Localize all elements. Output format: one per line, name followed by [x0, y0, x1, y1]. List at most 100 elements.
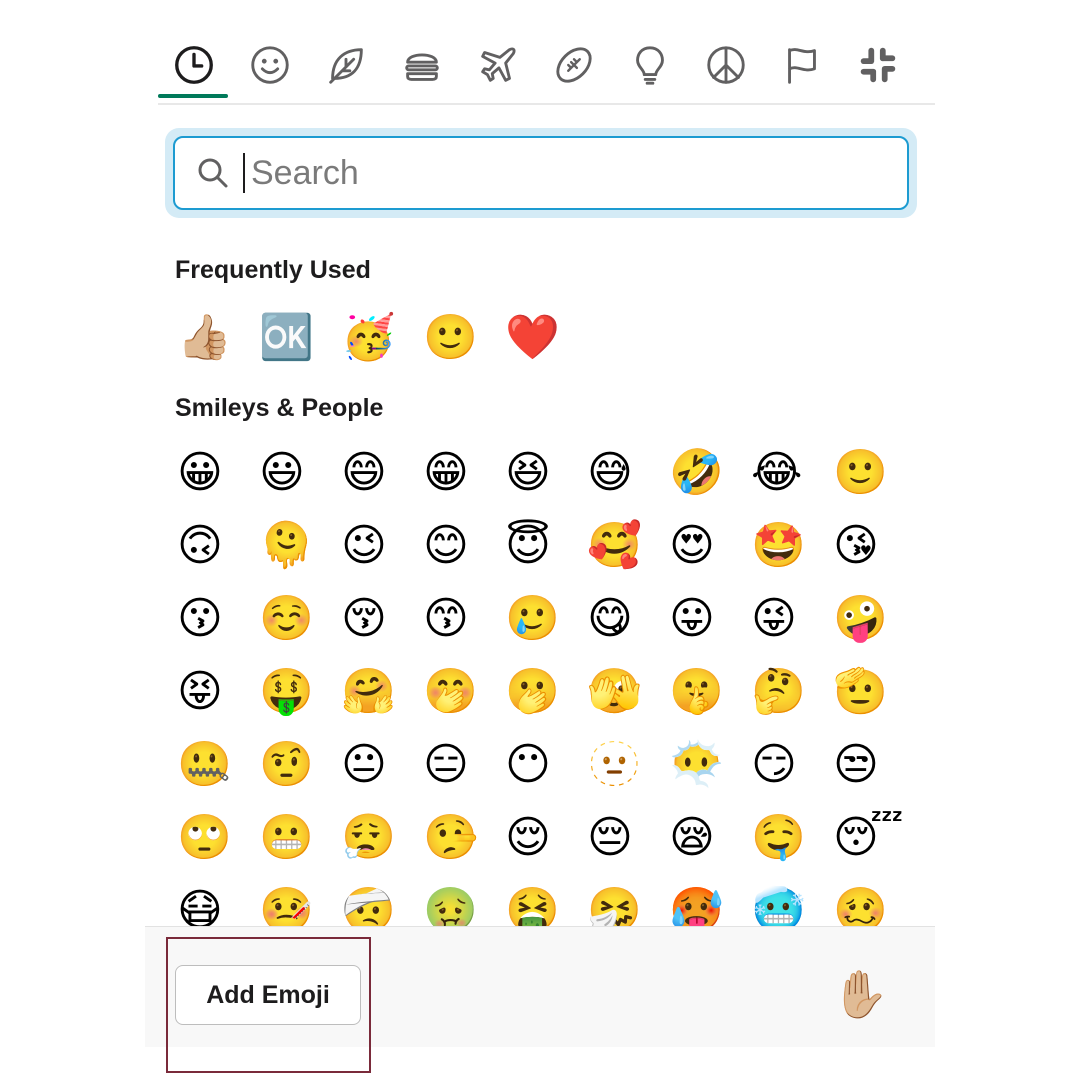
- emoji-item[interactable]: 🤑: [257, 655, 339, 728]
- emoji-item[interactable]: 😮‍💨: [339, 801, 421, 874]
- emoji-item[interactable]: 🤒: [257, 874, 339, 926]
- emoji-glyph: 😄: [341, 446, 387, 498]
- emoji-item[interactable]: 🤕: [339, 874, 421, 926]
- emoji-glyph: 🤕: [341, 884, 396, 926]
- emoji-item[interactable]: 🙂: [421, 308, 503, 368]
- emoji-item[interactable]: 😙: [421, 582, 503, 655]
- emoji-item[interactable]: 🤭: [421, 655, 503, 728]
- tab-activities[interactable]: [538, 34, 610, 96]
- tab-flags[interactable]: [766, 34, 838, 96]
- emoji-item[interactable]: 😝: [175, 655, 257, 728]
- emoji-item[interactable]: 😛: [667, 582, 749, 655]
- emoji-item[interactable]: 👍🏼: [175, 308, 257, 368]
- tab-travel[interactable]: [462, 34, 534, 96]
- tab-custom[interactable]: [842, 34, 914, 96]
- emoji-item[interactable]: 😆: [503, 436, 585, 509]
- tab-food[interactable]: [386, 34, 458, 96]
- emoji-item[interactable]: 😜: [749, 582, 831, 655]
- emoji-item[interactable]: 🥰: [585, 509, 667, 582]
- emoji-glyph: 😌: [505, 811, 551, 863]
- emoji-item[interactable]: 🤧: [585, 874, 667, 926]
- emoji-item[interactable]: 😀: [175, 436, 257, 509]
- emoji-item[interactable]: 😉: [339, 509, 421, 582]
- emoji-item[interactable]: 🫥: [585, 728, 667, 801]
- emoji-item[interactable]: 🤪: [831, 582, 913, 655]
- emoji-item[interactable]: 🆗: [257, 308, 339, 368]
- emoji-item[interactable]: 🤣: [667, 436, 749, 509]
- emoji-glyph: 🫠: [259, 519, 314, 571]
- emoji-item[interactable]: 😅: [585, 436, 667, 509]
- emoji-item[interactable]: 🫣: [585, 655, 667, 728]
- emoji-item[interactable]: 😘: [831, 509, 913, 582]
- search-input[interactable]: [249, 152, 853, 194]
- add-emoji-button[interactable]: Add Emoji: [175, 965, 361, 1025]
- emoji-item[interactable]: 😍: [667, 509, 749, 582]
- search-box[interactable]: [173, 136, 909, 210]
- tab-objects[interactable]: [614, 34, 686, 96]
- emoji-item[interactable]: 🤐: [175, 728, 257, 801]
- emoji-item[interactable]: 😃: [257, 436, 339, 509]
- emoji-item[interactable]: 😇: [503, 509, 585, 582]
- emoji-glyph: 😷: [177, 884, 223, 926]
- emoji-item[interactable]: 🤗: [339, 655, 421, 728]
- emoji-item[interactable]: 🥴: [831, 874, 913, 926]
- emoji-item[interactable]: 🥲: [503, 582, 585, 655]
- emoji-item[interactable]: 😂: [749, 436, 831, 509]
- tab-symbols[interactable]: [690, 34, 762, 96]
- emoji-item[interactable]: 😪: [667, 801, 749, 874]
- skin-tone-selector[interactable]: ✋🏼: [832, 967, 889, 1022]
- selected-tab-indicator: [158, 94, 228, 98]
- emoji-item[interactable]: 🤨: [257, 728, 339, 801]
- emoji-item[interactable]: 😊: [421, 509, 503, 582]
- emoji-item[interactable]: 🙄: [175, 801, 257, 874]
- emoji-item[interactable]: 😏: [749, 728, 831, 801]
- emoji-item[interactable]: 🥵: [667, 874, 749, 926]
- emoji-glyph: 😚: [341, 592, 387, 644]
- emoji-item[interactable]: 😗: [175, 582, 257, 655]
- emoji-item[interactable]: 😔: [585, 801, 667, 874]
- emoji-item[interactable]: 🤮: [503, 874, 585, 926]
- emoji-item[interactable]: 😶‍🌫️: [667, 728, 749, 801]
- tab-recent[interactable]: [158, 34, 230, 98]
- emoji-glyph: 😁: [423, 446, 469, 498]
- emoji-glyph: 🙂: [833, 446, 888, 498]
- emoji-item[interactable]: ☺️: [257, 582, 339, 655]
- emoji-item[interactable]: 😶: [503, 728, 585, 801]
- emoji-item[interactable]: 😁: [421, 436, 503, 509]
- emoji-item[interactable]: 😷: [175, 874, 257, 926]
- emoji-item[interactable]: 🥶: [749, 874, 831, 926]
- emoji-item[interactable]: 🤔: [749, 655, 831, 728]
- emoji-item[interactable]: 😄: [339, 436, 421, 509]
- emoji-glyph: 🤢: [423, 884, 478, 926]
- emoji-item[interactable]: 🤤: [749, 801, 831, 874]
- emoji-glyph: 🙄: [177, 811, 232, 863]
- tab-smileys[interactable]: [234, 34, 306, 96]
- emoji-item[interactable]: 🤫: [667, 655, 749, 728]
- emoji-item[interactable]: 🙃: [175, 509, 257, 582]
- emoji-item[interactable]: 🤥: [421, 801, 503, 874]
- emoji-item[interactable]: 😴: [831, 801, 913, 874]
- emoji-glyph: 😑: [423, 738, 469, 790]
- emoji-item[interactable]: 😒: [831, 728, 913, 801]
- emoji-item[interactable]: ❤️: [503, 308, 585, 368]
- emoji-item[interactable]: 🫡: [831, 655, 913, 728]
- emoji-item[interactable]: 😐: [339, 728, 421, 801]
- emoji-item[interactable]: 🤢: [421, 874, 503, 926]
- emoji-item[interactable]: 😋: [585, 582, 667, 655]
- frequent-emoji-grid: 👍🏼 🆗 🥳 🙂 ❤️: [175, 308, 585, 368]
- emoji-item[interactable]: 🤩: [749, 509, 831, 582]
- emoji-item[interactable]: 🙂: [831, 436, 913, 509]
- emoji-list[interactable]: Frequently Used 👍🏼 🆗 🥳 🙂 ❤️ Smileys & People…: [145, 240, 935, 926]
- emoji-item[interactable]: 😬: [257, 801, 339, 874]
- leaf-icon: [329, 48, 363, 84]
- emoji-glyph: 🤪: [833, 592, 888, 644]
- emoji-item[interactable]: 😌: [503, 801, 585, 874]
- emoji-item[interactable]: 😚: [339, 582, 421, 655]
- tab-nature[interactable]: [310, 34, 382, 96]
- emoji-item[interactable]: 🫢: [503, 655, 585, 728]
- emoji-item[interactable]: 🥳: [339, 308, 421, 368]
- emoji-glyph: 🤭: [423, 665, 478, 717]
- emoji-item[interactable]: 🫠: [257, 509, 339, 582]
- emoji-item[interactable]: 😑: [421, 728, 503, 801]
- emoji-glyph: 🤧: [587, 884, 642, 926]
